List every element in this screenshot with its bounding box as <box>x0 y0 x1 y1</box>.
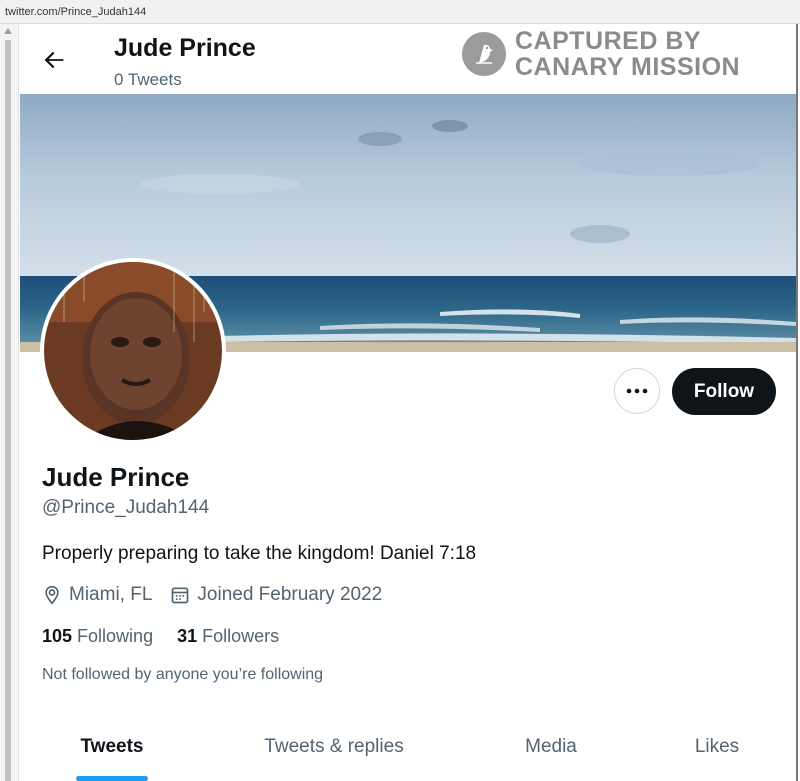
browser-url-bar[interactable]: twitter.com/Prince_Judah144 <box>0 0 800 24</box>
profile-joined: Joined February 2022 <box>170 584 382 606</box>
joined-text: Joined February 2022 <box>197 584 383 605</box>
tab-tweets-label: Tweets <box>80 736 144 757</box>
following-label: Following <box>77 626 154 646</box>
tab-media[interactable]: Media <box>464 718 638 781</box>
scrollbar[interactable] <box>0 24 19 781</box>
follow-counts: 105 Following 31 Followers <box>42 626 303 647</box>
tab-media-label: Media <box>525 736 577 757</box>
not-followed-notice: Not followed by anyone you’re following <box>42 666 324 683</box>
profile-handle: @Prince_Judah144 <box>42 497 210 518</box>
profile-display-name: Jude Prince <box>42 462 190 492</box>
back-button[interactable] <box>40 46 68 74</box>
canary-bird-icon <box>462 32 506 76</box>
profile-meta: Miami, FL Joined February 2022 <box>42 584 400 606</box>
profile-avatar-border[interactable] <box>40 258 226 444</box>
avatar[interactable] <box>44 262 222 440</box>
profile-header-bar: Jude Prince 0 Tweets CAPTURED BY CANARY … <box>20 24 796 94</box>
watermark-text: CAPTURED BY CANARY MISSION <box>515 28 740 80</box>
url-text: twitter.com/Prince_Judah144 <box>5 6 147 18</box>
header-name: Jude Prince <box>114 34 256 62</box>
watermark-line-1: CAPTURED BY <box>515 27 702 55</box>
follow-button[interactable]: Follow <box>672 368 776 415</box>
tab-tweets-replies[interactable]: Tweets & replies <box>204 718 464 781</box>
active-tab-indicator <box>76 776 148 781</box>
followers-link[interactable]: 31 Followers <box>177 626 279 647</box>
following-link[interactable]: 105 Following <box>42 626 153 647</box>
watermark-line-2: CANARY MISSION <box>515 53 741 81</box>
calendar-icon <box>172 587 189 604</box>
tab-likes[interactable]: Likes <box>638 718 796 781</box>
tab-tweets-replies-label: Tweets & replies <box>264 736 404 757</box>
tab-tweets[interactable]: Tweets <box>20 718 204 781</box>
profile-tabs: Tweets Tweets & replies Media Likes <box>20 718 796 781</box>
watermark: CAPTURED BY CANARY MISSION <box>462 28 752 84</box>
followers-count: 31 <box>177 626 198 646</box>
scroll-thumb[interactable] <box>5 40 11 781</box>
map-pin-icon <box>45 585 59 605</box>
followers-label: Followers <box>202 626 280 646</box>
scroll-up-icon[interactable] <box>4 28 12 34</box>
header-tweet-count: 0 Tweets <box>114 70 182 89</box>
arrow-left-icon <box>44 51 64 69</box>
ellipsis-icon <box>626 388 648 394</box>
profile-bio: Properly preparing to take the kingdom! … <box>42 543 477 564</box>
tab-likes-label: Likes <box>694 736 740 757</box>
location-text: Miami, FL <box>69 584 153 605</box>
more-options-button[interactable] <box>614 368 660 414</box>
profile-location: Miami, FL <box>42 584 152 606</box>
page-edge <box>796 24 798 781</box>
following-count: 105 <box>42 626 73 646</box>
